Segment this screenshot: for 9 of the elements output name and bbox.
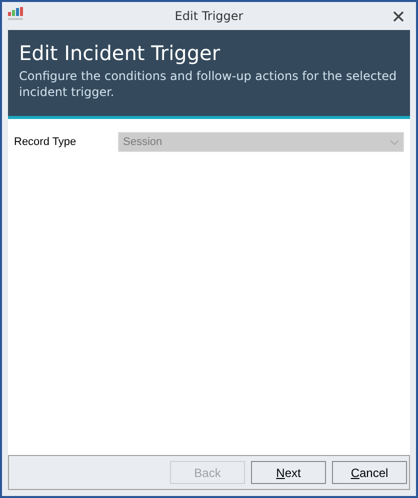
dialog-button[interactable]: Next: [251, 461, 326, 484]
chevron-down-icon: [390, 140, 399, 144]
window-title: Edit Trigger: [174, 8, 244, 25]
header-subtitle: Configure the conditions and follow-up actions for the selected incident trigger.: [19, 68, 398, 100]
field-label: Record Type: [14, 134, 78, 150]
header-title: Edit Incident Trigger: [19, 40, 222, 67]
dialog-button[interactable]: Cancel: [332, 461, 407, 484]
bar-chart-icon: [8, 7, 24, 20]
close-icon[interactable]: [393, 11, 404, 22]
